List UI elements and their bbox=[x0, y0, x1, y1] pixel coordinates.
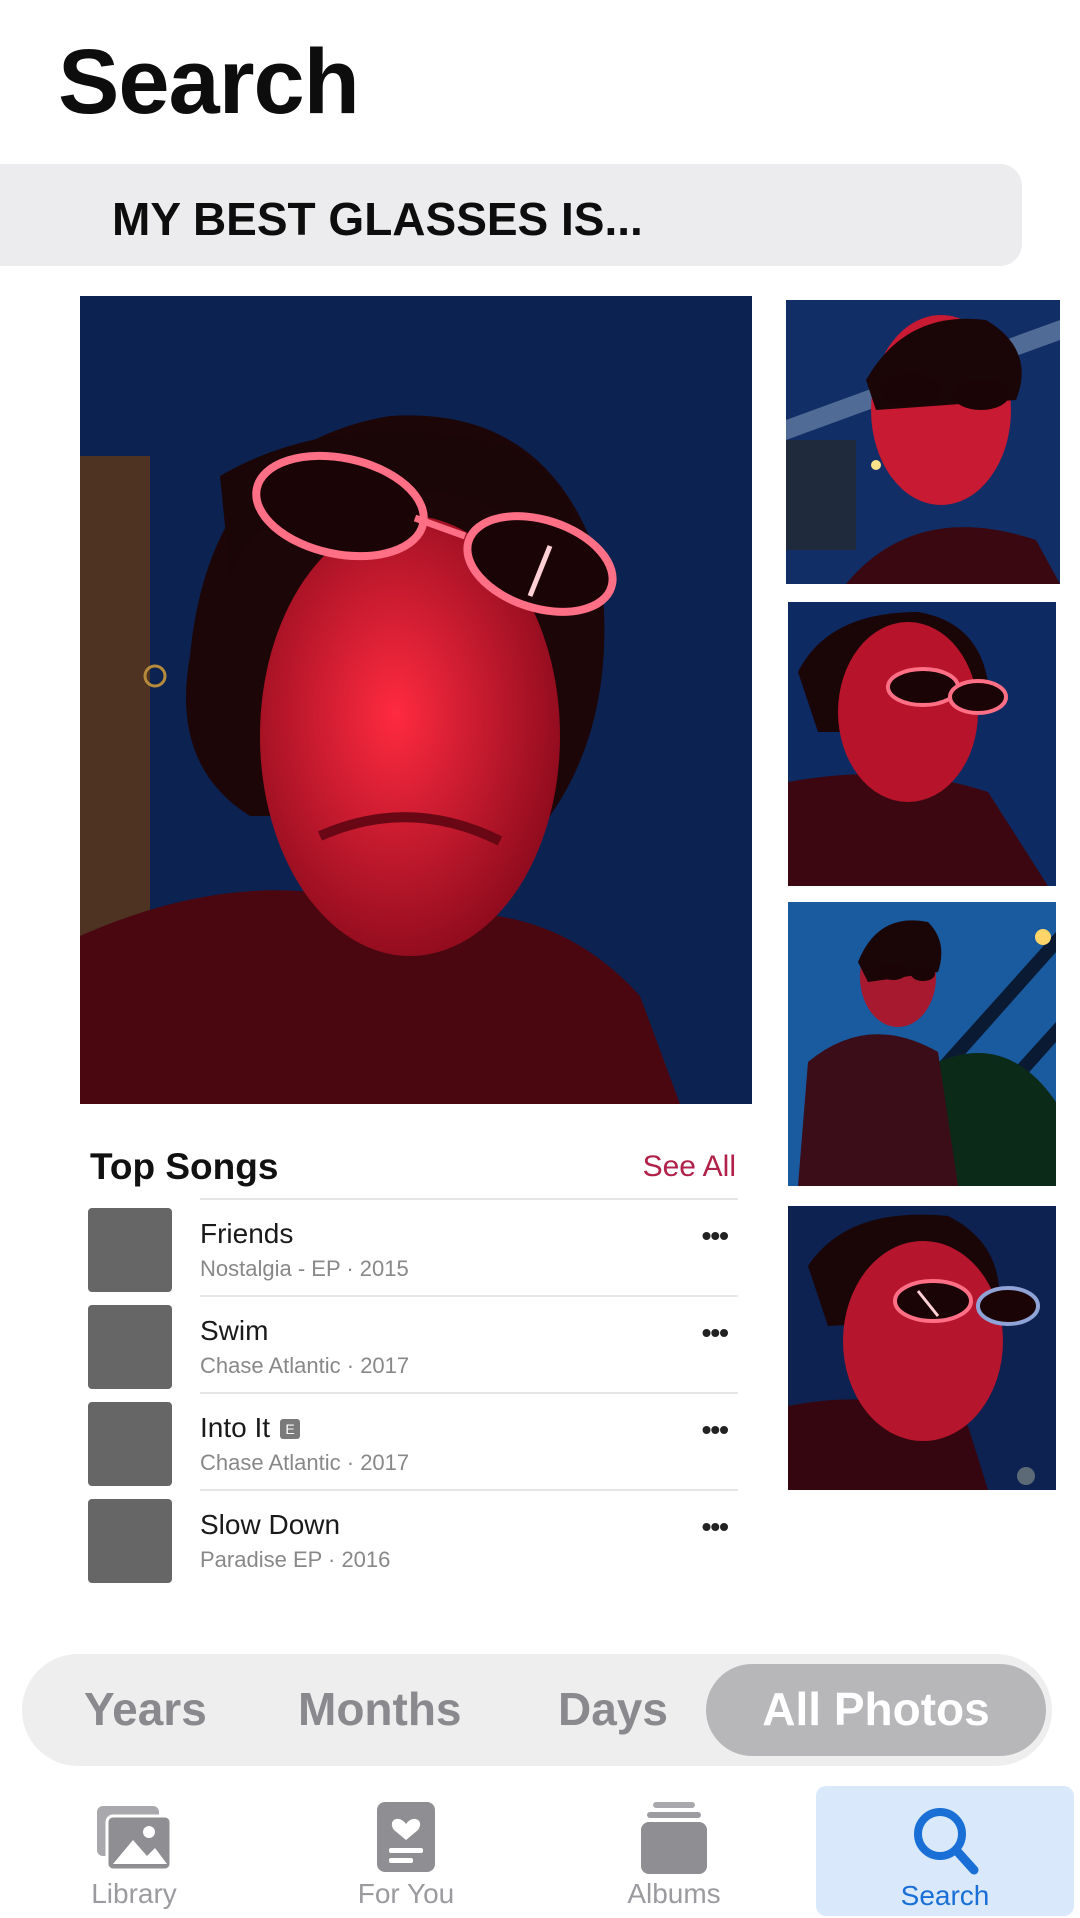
divider bbox=[200, 1198, 738, 1200]
page-title: Search bbox=[58, 31, 360, 133]
more-options-icon[interactable]: ••• bbox=[702, 1220, 729, 1252]
albums-icon bbox=[641, 1802, 707, 1874]
tab-library[interactable]: Library bbox=[64, 1782, 204, 1918]
divider bbox=[200, 1295, 738, 1297]
search-field[interactable]: MY BEST GLASSES IS... bbox=[0, 164, 1022, 266]
song-subtitle: Nostalgia - EP · 2015 bbox=[200, 1256, 409, 1281]
segment-all-photos-label: All Photos bbox=[762, 1683, 990, 1735]
song-title: Swim bbox=[200, 1315, 269, 1346]
song-subtitle: Chase Atlantic · 2017 bbox=[200, 1353, 410, 1378]
tab-albums-label: Albums bbox=[627, 1878, 721, 1909]
photo-result-thumbnail[interactable] bbox=[788, 602, 1056, 886]
more-options-icon[interactable]: ••• bbox=[702, 1511, 729, 1543]
segment-days[interactable]: Days bbox=[558, 1682, 668, 1736]
song-subtitle: Chase Atlantic · 2017 bbox=[200, 1450, 410, 1475]
thumbnail-image bbox=[788, 902, 1056, 1186]
time-range-segmented-control: Years Months Days All Photos bbox=[22, 1654, 1052, 1766]
song-artwork bbox=[88, 1499, 172, 1583]
song-row[interactable]: Slow Down Paradise EP · 2016 ••• bbox=[88, 1489, 738, 1586]
divider bbox=[200, 1489, 738, 1491]
song-row[interactable]: Swim Chase Atlantic · 2017 ••• bbox=[88, 1295, 738, 1392]
song-title: Slow Down bbox=[200, 1509, 341, 1540]
song-title: Friends bbox=[200, 1218, 294, 1249]
thumbnail-image bbox=[786, 300, 1060, 584]
song-artwork bbox=[88, 1305, 172, 1389]
thumbnail-image bbox=[788, 1206, 1056, 1490]
more-options-icon[interactable]: ••• bbox=[702, 1414, 729, 1446]
search-query-text: MY BEST GLASSES IS... bbox=[112, 193, 643, 245]
tab-for-you-label: For You bbox=[357, 1878, 455, 1909]
portrait-photo-image bbox=[80, 296, 752, 1104]
song-title-wrap: Into It E bbox=[200, 1412, 301, 1444]
tab-search-label: Search bbox=[900, 1880, 990, 1911]
song-subtitle: Paradise EP · 2016 bbox=[200, 1547, 391, 1572]
tab-bar: Library For You Albums Search bbox=[0, 1782, 1080, 1918]
tab-search[interactable]: Search bbox=[816, 1786, 1074, 1916]
photo-result-main[interactable] bbox=[80, 296, 752, 1104]
top-songs-section: Top Songs See All Friends Nostalgia - EP… bbox=[88, 1140, 738, 1586]
song-row[interactable]: Into It E Chase Atlantic · 2017 ••• bbox=[88, 1392, 738, 1489]
see-all-link[interactable]: See All bbox=[643, 1150, 736, 1184]
segment-months[interactable]: Months bbox=[298, 1682, 462, 1736]
song-artwork bbox=[88, 1208, 172, 1292]
tab-library-label: Library bbox=[91, 1878, 177, 1909]
photo-result-thumbnail[interactable] bbox=[786, 300, 1060, 584]
photo-result-thumbnail[interactable] bbox=[788, 1206, 1056, 1490]
song-row[interactable]: Friends Nostalgia - EP · 2015 ••• bbox=[88, 1198, 738, 1295]
search-icon bbox=[914, 1808, 979, 1875]
explicit-badge-icon: E bbox=[280, 1419, 301, 1439]
top-songs-title: Top Songs bbox=[90, 1146, 279, 1187]
more-options-icon[interactable]: ••• bbox=[702, 1317, 729, 1349]
photo-library-icon bbox=[97, 1806, 173, 1872]
song-artwork bbox=[88, 1402, 172, 1486]
segment-years[interactable]: Years bbox=[84, 1682, 207, 1736]
for-you-icon bbox=[377, 1802, 435, 1872]
thumbnail-image bbox=[788, 602, 1056, 886]
tab-for-you[interactable]: For You bbox=[336, 1782, 476, 1918]
song-title: Into It bbox=[200, 1412, 271, 1443]
photo-result-thumbnail[interactable] bbox=[788, 902, 1056, 1186]
divider bbox=[200, 1392, 738, 1394]
segment-all-photos[interactable]: All Photos bbox=[706, 1664, 1046, 1756]
tab-albums[interactable]: Albums bbox=[604, 1782, 744, 1918]
